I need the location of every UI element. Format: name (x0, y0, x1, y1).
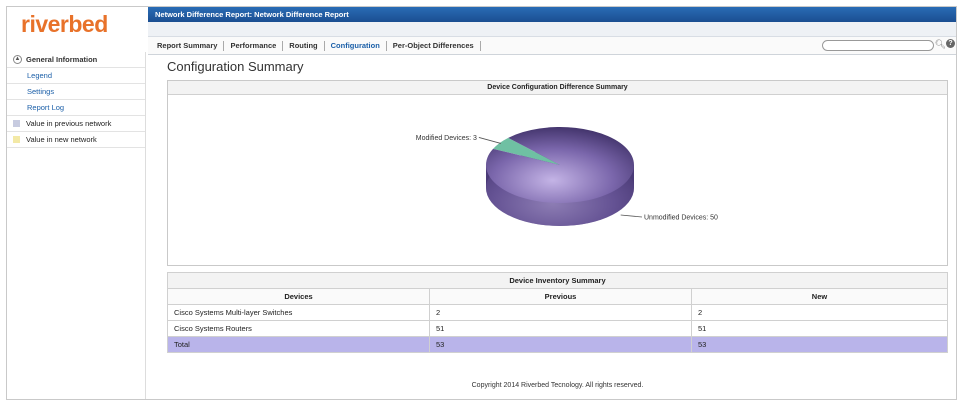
table-row: Cisco Systems Routers 51 51 (167, 320, 948, 337)
tab-report-summary[interactable]: Report Summary (151, 40, 225, 51)
cell-previous: 2 (429, 304, 692, 321)
tab-performance[interactable]: Performance (224, 40, 284, 51)
report-title-bar: Network Difference Report: Network Diffe… (148, 7, 956, 22)
sub-toolbar (148, 22, 956, 37)
table-row: Cisco Systems Multi-layer Switches 2 2 (167, 304, 948, 321)
tab-configuration[interactable]: Configuration (325, 40, 387, 51)
legend-previous-label: Value in previous network (26, 118, 112, 128)
device-inventory-table: Device Inventory Summary Devices Previou… (167, 272, 948, 353)
page-title: Configuration Summary (167, 59, 304, 74)
column-header-devices: Devices (167, 288, 430, 305)
column-header-new: New (691, 288, 948, 305)
previous-network-swatch (13, 120, 20, 127)
column-header-previous: Previous (429, 288, 692, 305)
tab-per-object-differences[interactable]: Per-Object Differences (387, 40, 481, 51)
cell-device: Total (167, 336, 430, 353)
pie-slice-label: Unmodified Devices: 50 (644, 215, 718, 222)
riverbed-logo: riverbed (21, 11, 108, 37)
legend-new-label: Value in new network (26, 134, 97, 144)
main-content: Configuration Summary Device Configurati… (167, 55, 948, 399)
sidebar: ▲ General Information Legend Settings Re… (7, 52, 146, 399)
table-total-row: Total 53 53 (167, 336, 948, 353)
pie-leader-line (620, 214, 643, 218)
help-icon[interactable]: ? (946, 39, 955, 48)
sidebar-header-label: General Information (26, 54, 98, 64)
pie-leader-line (478, 137, 501, 144)
app-window: riverbed Network Difference Report: Netw… (6, 6, 957, 400)
cell-new: 53 (691, 336, 948, 353)
cell-device: Cisco Systems Routers (167, 320, 430, 337)
sidebar-section-general-information[interactable]: ▲ General Information (7, 52, 145, 68)
cell-device: Cisco Systems Multi-layer Switches (167, 304, 430, 321)
chart-panel-title: Device Configuration Difference Summary (168, 81, 947, 95)
cell-new: 2 (691, 304, 948, 321)
tab-bar: Report Summary Performance Routing Confi… (148, 37, 956, 55)
table-caption: Device Inventory Summary (167, 272, 948, 289)
chart-panel: Device Configuration Difference Summary … (167, 80, 948, 266)
cell-new: 51 (691, 320, 948, 337)
sidebar-item-legend[interactable]: Legend (7, 68, 145, 84)
cell-previous: 51 (429, 320, 692, 337)
collapse-icon[interactable]: ▲ (13, 55, 22, 64)
cell-previous: 53 (429, 336, 692, 353)
tab-routing[interactable]: Routing (283, 40, 325, 51)
sidebar-item-settings[interactable]: Settings (7, 84, 145, 100)
new-network-swatch (13, 136, 20, 143)
legend-previous-network: Value in previous network (7, 116, 145, 132)
copyright-footer: Copyright 2014 Riverbed Tecnology. All r… (471, 382, 644, 389)
search-input[interactable] (822, 40, 934, 51)
pie-slice-label: Modified Devices: 3 (416, 135, 477, 142)
legend-new-network: Value in new network (7, 132, 145, 148)
table-header-row: Devices Previous New (167, 288, 948, 305)
pie-chart: Modified Devices: 3 Unmodified Devices: 5… (416, 126, 718, 226)
sidebar-item-report-log[interactable]: Report Log (7, 100, 145, 116)
search-icon[interactable]: 🔍︎ (935, 39, 946, 50)
